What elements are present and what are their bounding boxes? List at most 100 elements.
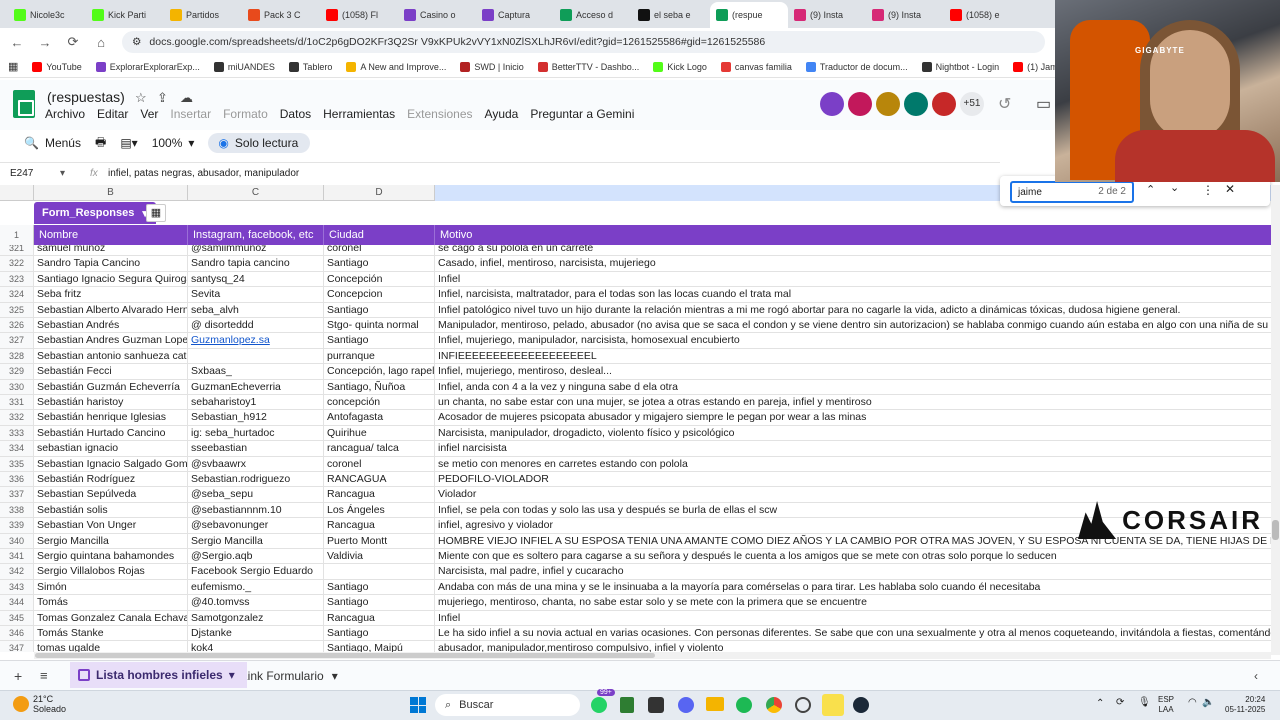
browser-tab[interactable]: Pack 3 C (242, 2, 320, 28)
weather-icon[interactable] (13, 696, 29, 712)
browser-tab[interactable]: Captura (476, 2, 554, 28)
bookmark[interactable]: YouTube (32, 61, 82, 72)
header-motivo[interactable]: Motivo (435, 225, 1271, 245)
menu-item[interactable]: Ver (140, 107, 158, 121)
mic-icon[interactable]: 🎙 (1138, 697, 1151, 708)
row-number[interactable]: 343 (0, 579, 34, 596)
cell-ciudad[interactable]: Santiago (324, 333, 435, 349)
row-number[interactable]: 336 (0, 472, 34, 488)
browser-tab[interactable]: Casino o (398, 2, 476, 28)
cell-instagram[interactable]: Facebook Sergio Eduardo (188, 564, 324, 580)
cell-nombre[interactable]: Santiago Ignacio Segura Quiroga (34, 271, 188, 288)
row-number[interactable]: 344 (0, 595, 34, 611)
cell-nombre[interactable]: Sebastian Von Unger (34, 518, 188, 534)
cell-nombre[interactable]: Sebastián solis (34, 502, 188, 519)
row-number[interactable]: 322 (0, 256, 34, 272)
cell-instagram[interactable]: GuzmanEcheverria (188, 379, 324, 395)
taskbar-search[interactable]: ⌕ Buscar (435, 694, 580, 716)
whatsapp-icon[interactable] (591, 697, 607, 713)
cell-ciudad[interactable]: coronel (324, 245, 435, 257)
cell-nombre[interactable]: sebastian ignacio (34, 441, 188, 457)
cell-ciudad[interactable]: Rancagua (324, 610, 435, 626)
cell-nombre[interactable]: Sebastián haristoy (34, 395, 188, 411)
cell-nombre[interactable]: Sebastian Alberto Alvarado Hernán (34, 302, 188, 318)
header-nombre[interactable]: Nombre (34, 225, 188, 245)
cell-instagram[interactable]: Sebastian.rodriguezo (188, 472, 324, 488)
cell-nombre[interactable]: Sebastian Andres Guzman Lopez (34, 333, 188, 349)
cell-instagram[interactable]: @Sergio.aqb (188, 549, 324, 565)
zoom-select[interactable]: 100% ▾ (152, 136, 195, 150)
chevron-down-icon[interactable]: ▾ (60, 168, 90, 179)
row-number[interactable]: 347 (0, 641, 34, 652)
cell-ciudad[interactable]: coronel (324, 456, 435, 472)
star-icon[interactable]: ☆ (135, 90, 147, 106)
language-indicator[interactable]: ESP LAA (1158, 695, 1174, 715)
cell-instagram[interactable]: sebaharistoy1 (188, 395, 324, 411)
sync-icon[interactable]: ⟳ (1116, 697, 1124, 708)
row-number[interactable]: 335 (0, 456, 34, 472)
cell-ciudad[interactable]: Santiago (324, 626, 435, 642)
browser-tab[interactable]: (9) Insta (788, 2, 866, 28)
cell-nombre[interactable]: Tomás Stanke (34, 626, 188, 642)
row-number[interactable]: 1 (0, 225, 34, 245)
row-number[interactable]: 325 (0, 302, 34, 318)
row-number[interactable]: 334 (0, 441, 34, 457)
cell-ciudad[interactable]: Quirihue (324, 425, 435, 442)
cell-motivo[interactable]: PEDOFILO-VIOLADOR (435, 472, 1271, 488)
column-header[interactable]: B (34, 185, 188, 201)
cell-ciudad[interactable]: Los Ángeles (324, 502, 435, 519)
cell-ciudad[interactable]: Santiago (324, 579, 435, 596)
collaborator-avatar[interactable] (820, 92, 844, 116)
notepad-icon[interactable] (620, 697, 634, 713)
cell-instagram[interactable]: Sxbaas_ (188, 364, 324, 380)
meet-icon[interactable]: ▭ (1036, 94, 1051, 114)
header-ciudad[interactable]: Ciudad (324, 225, 435, 245)
bookmark[interactable]: canvas familia (720, 61, 792, 72)
scroll-thumb[interactable] (35, 653, 655, 658)
cell-nombre[interactable]: Sebastián Rodríguez (34, 472, 188, 488)
history-icon[interactable]: ↺ (998, 94, 1011, 114)
bookmark[interactable]: Nightbot - Login (921, 61, 999, 72)
cell-ciudad[interactable]: Santiago (324, 302, 435, 318)
cell-ciudad[interactable]: Antofagasta (324, 410, 435, 426)
cell-nombre[interactable]: Sebastian Andrés (34, 318, 188, 334)
browser-tab[interactable]: el seba e (632, 2, 710, 28)
row-number[interactable]: 341 (0, 549, 34, 565)
browser-tab[interactable]: (9) Insta (866, 2, 944, 28)
terminal-icon[interactable] (648, 697, 664, 713)
cell-nombre[interactable]: Sebastian antonio sanhueza catrilef (34, 348, 188, 365)
cell-ciudad[interactable]: rancagua/ talca (324, 441, 435, 457)
spotify-icon[interactable] (736, 697, 752, 713)
cell-ciudad[interactable]: Valdivia (324, 549, 435, 565)
chevron-down-icon[interactable]: ⌄ (1170, 181, 1179, 194)
cell-ciudad[interactable]: Santiago (324, 256, 435, 272)
cell-ciudad[interactable]: purranque (324, 348, 435, 365)
cell-motivo[interactable]: se metio con menores en carretes estando… (435, 457, 1271, 472)
row-number[interactable]: 321 (0, 245, 34, 257)
row-number[interactable]: 333 (0, 425, 34, 442)
cell-nombre[interactable]: Tomás (34, 595, 188, 611)
browser-tab[interactable]: (1058) Fl (320, 2, 398, 28)
row-number[interactable]: 337 (0, 487, 34, 503)
menu-item[interactable]: Archivo (45, 107, 85, 121)
add-sheet-icon[interactable]: + (14, 668, 22, 684)
sheet-tab[interactable]: Link Formulario ▾ (241, 669, 338, 683)
row-number[interactable]: 340 (0, 533, 34, 549)
reload-icon[interactable]: ⟳ (66, 34, 80, 50)
row-number[interactable]: 339 (0, 518, 34, 534)
menu-item[interactable]: Preguntar a Gemini (530, 107, 634, 121)
cell-nombre[interactable]: samuel muñoz (34, 245, 188, 257)
browser-tab[interactable]: Nicole3c (8, 2, 86, 28)
sheet-tab-active[interactable]: Lista hombres infieles ▾ (70, 662, 247, 688)
cell-ciudad[interactable]: Concepción, lago rapel (324, 364, 435, 380)
menus-search[interactable]: 🔍 Menús (8, 136, 81, 150)
collaborator-avatar[interactable] (904, 92, 928, 116)
cell-motivo[interactable]: Infiel, anda con 4 a la vez y ninguna sa… (435, 380, 1271, 395)
menu-item[interactable]: Herramientas (323, 107, 395, 121)
table-view-icon[interactable]: ▦ (146, 204, 166, 222)
cell-nombre[interactable]: Sandro Tapia Cancino (34, 256, 188, 272)
row-number[interactable]: 329 (0, 364, 34, 380)
menu-item[interactable]: Editar (97, 107, 128, 121)
bookmark[interactable]: (1) Jamiroquai - Can... (1013, 61, 1055, 72)
browser-tab[interactable]: (1058) e (944, 2, 1022, 28)
